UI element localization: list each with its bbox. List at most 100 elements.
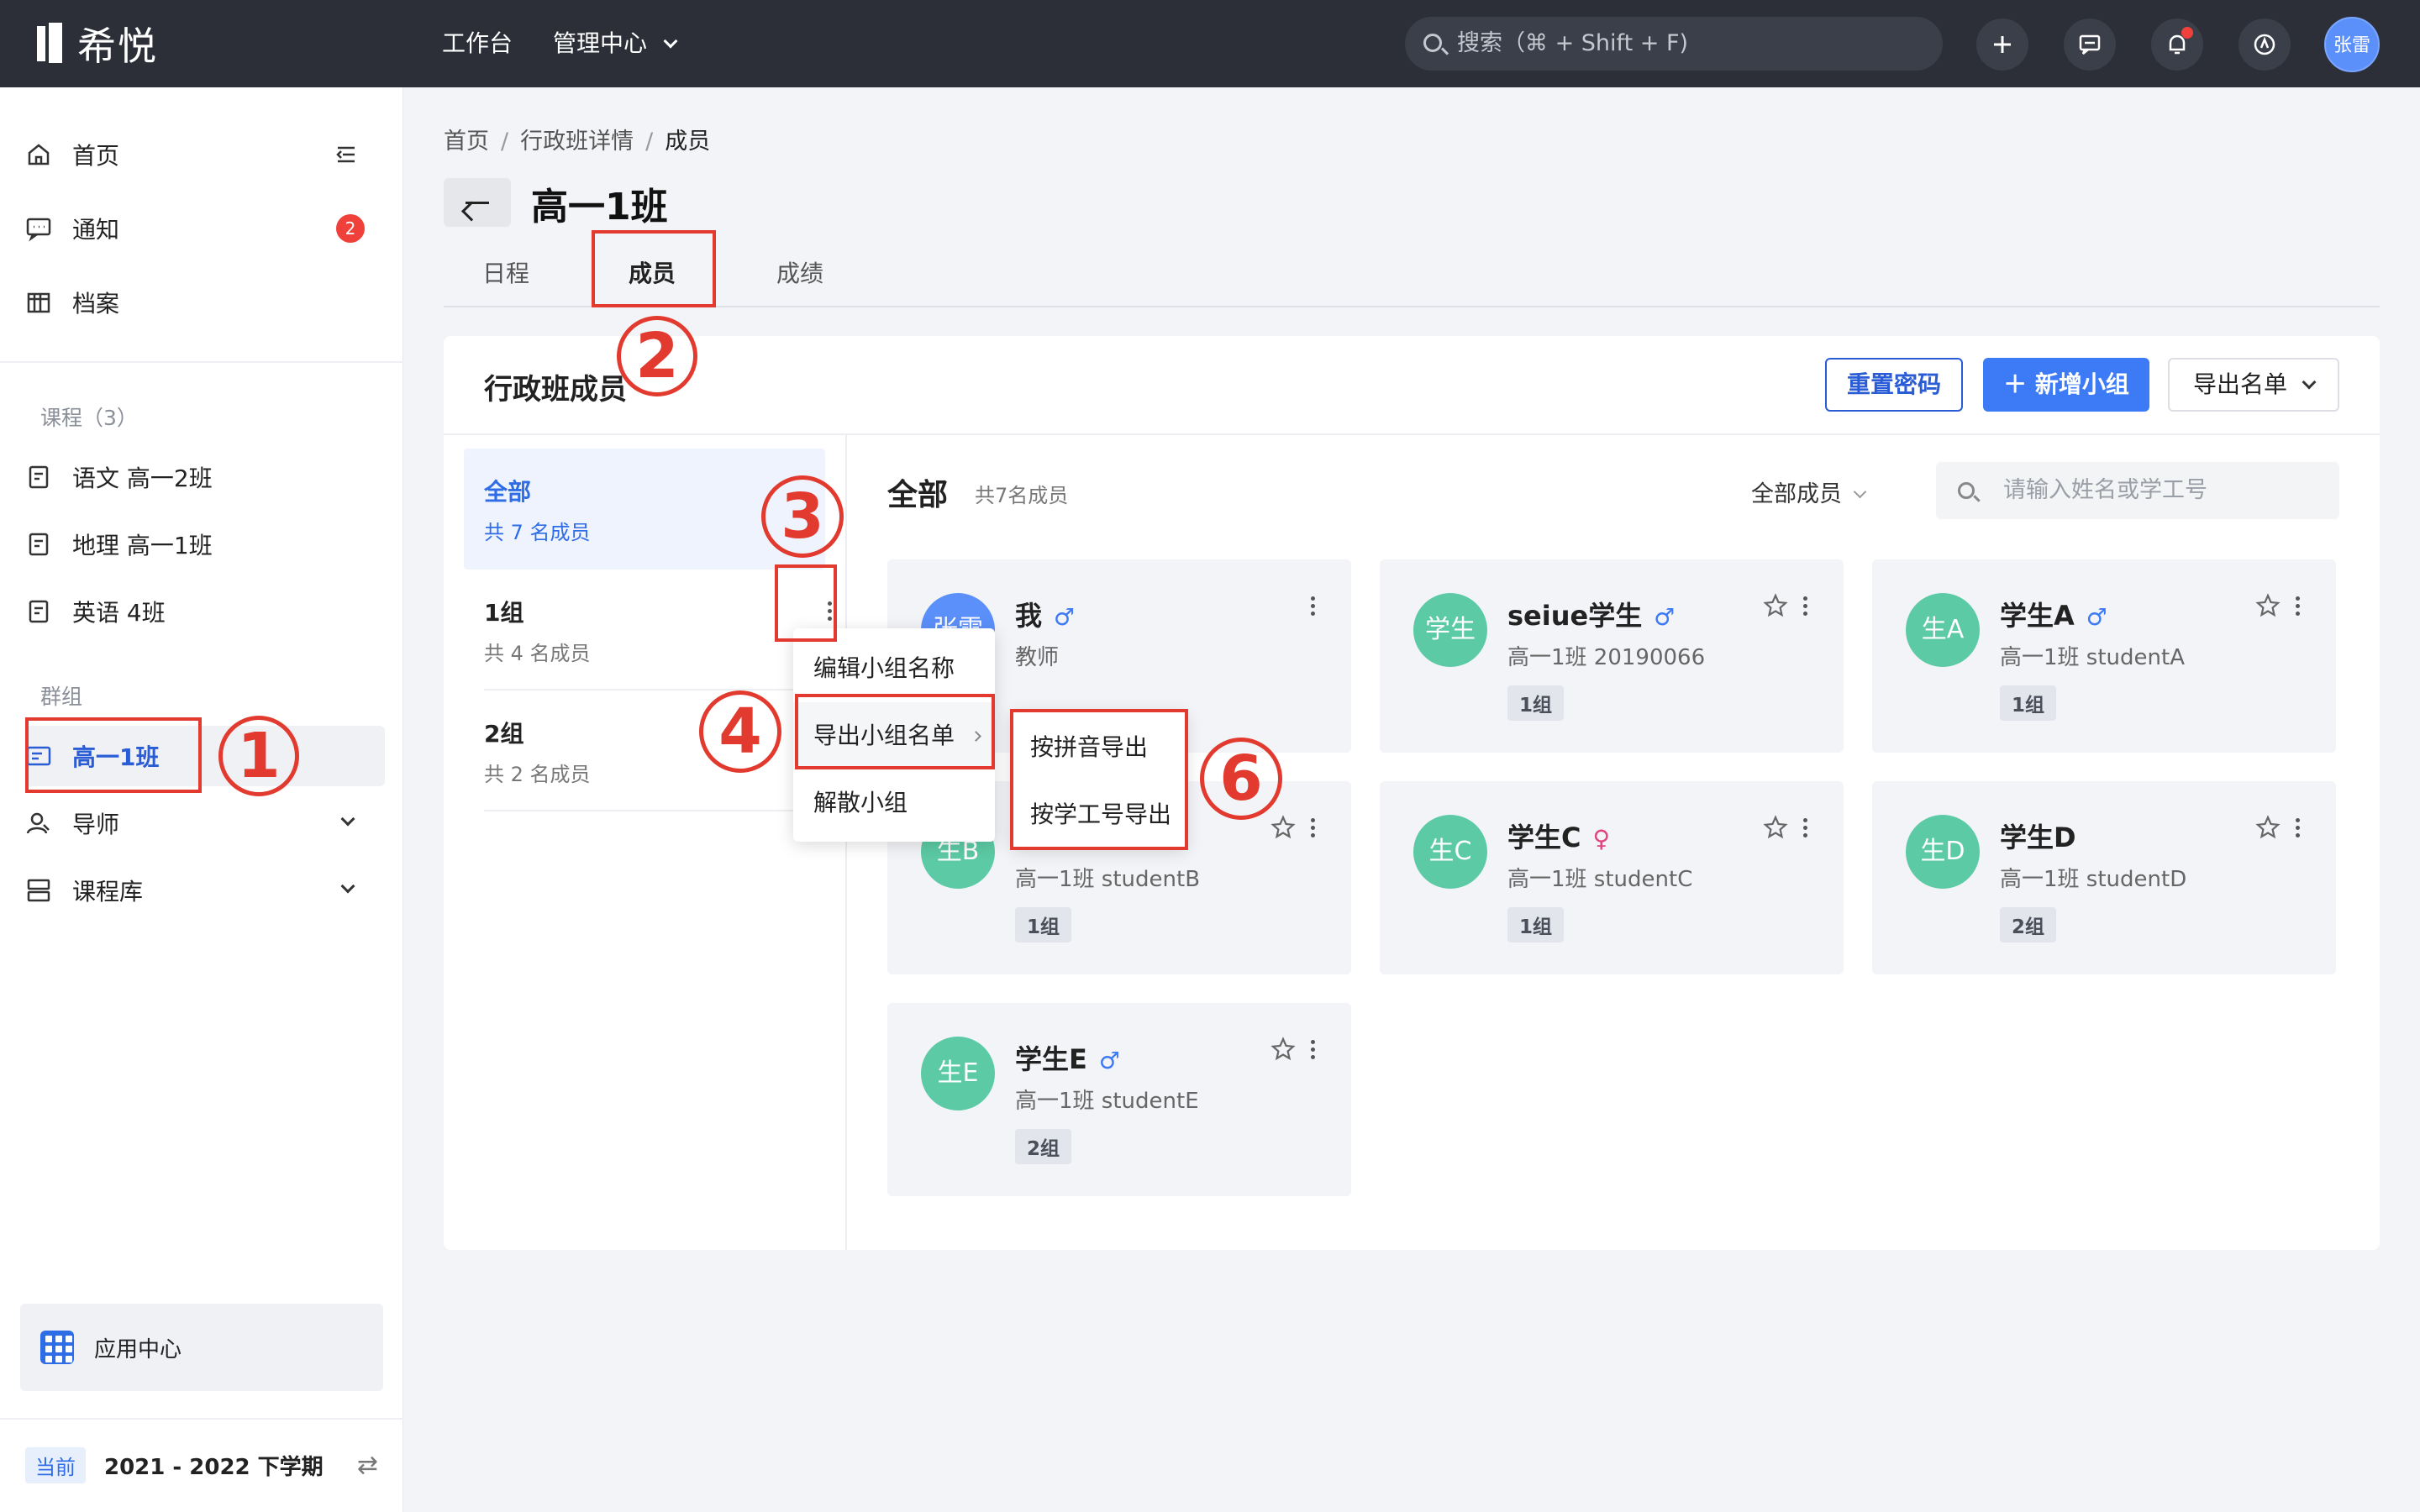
sidebar-item-course-1[interactable]: 语文 高一2班 <box>25 452 387 502</box>
annotation-box-1 <box>25 717 202 793</box>
tabs-divider <box>444 306 2380 307</box>
breadcrumb-class-detail[interactable]: 行政班详情 <box>520 129 634 155</box>
courses-section-title: 课程（3） <box>40 406 138 430</box>
member-card[interactable]: 生A 学生A ♂ 高一1班 studentA 1组 <box>1872 559 2336 753</box>
member-search-input[interactable]: 请输入姓名或学工号 <box>1936 462 2339 519</box>
notice-count-badge: 2 <box>336 214 365 243</box>
breadcrumb-home[interactable]: 首页 <box>444 129 489 155</box>
star-icon[interactable] <box>1270 815 1296 840</box>
user-avatar[interactable]: 张雷 <box>2324 17 2380 72</box>
annotation-box-3 <box>775 564 837 642</box>
sidebar-item-archive[interactable]: 档案 <box>25 277 387 328</box>
breadcrumb-current: 成员 <box>665 129 711 155</box>
course-library-icon <box>27 879 50 902</box>
add-button[interactable] <box>1976 18 2028 71</box>
group-item-1[interactable]: 1组 共 4 名成员 <box>464 570 832 690</box>
new-group-button[interactable]: ＋ 新增小组 <box>1983 358 2149 412</box>
member-card[interactable]: 生E 学生E ♂ 高一1班 studentE 2组 <box>887 1003 1351 1196</box>
search-icon <box>1958 482 1975 499</box>
help-button[interactable] <box>2238 18 2291 71</box>
member-filter-select[interactable]: 全部成员 <box>1751 475 1867 508</box>
app-logo[interactable]: 希悦 <box>37 18 158 69</box>
member-more-button[interactable] <box>1304 813 1321 842</box>
member-more-button[interactable] <box>2289 813 2306 842</box>
member-name: 学生A <box>2000 600 2075 632</box>
back-button[interactable] <box>444 178 511 227</box>
messages-button[interactable] <box>2064 18 2116 71</box>
chevron-down-icon <box>2302 375 2317 390</box>
export-list-label: 导出名单 <box>2192 370 2287 398</box>
star-icon[interactable] <box>2255 815 2281 840</box>
member-card[interactable]: 生C 学生C ♀ 高一1班 studentC 1组 <box>1380 781 1844 974</box>
more-vertical-icon <box>2289 591 2306 620</box>
member-card[interactable]: 学生 seiue学生 ♂ 高一1班 20190066 1组 <box>1380 559 1844 753</box>
member-subtitle: 高一1班 studentB <box>1015 867 1201 892</box>
sidebar: 首页 通知 2 档案 课程（3） 语文 高一2班 地理 高一1班 英语 4班 群… <box>0 87 403 1512</box>
tab-schedule[interactable]: 日程 <box>482 255 529 289</box>
member-filter-label: 全部成员 <box>1751 481 1842 507</box>
member-more-button[interactable] <box>2289 591 2306 620</box>
annotation-box-6 <box>1010 709 1188 850</box>
more-vertical-icon <box>2289 813 2306 842</box>
swap-icon[interactable]: ⇄ <box>357 1451 378 1480</box>
star-icon[interactable] <box>1763 593 1788 618</box>
member-card[interactable]: 生D 学生D 高一1班 studentD 2组 <box>1872 781 2336 974</box>
compass-icon <box>2254 34 2275 55</box>
group-count: 共 7 名成员 <box>484 521 591 544</box>
member-more-button[interactable] <box>1304 591 1321 620</box>
members-count: 共7名成员 <box>975 484 1069 507</box>
member-more-button[interactable] <box>1304 1035 1321 1063</box>
sidebar-item-notice[interactable]: 通知 2 <box>25 203 387 254</box>
more-vertical-icon <box>1304 591 1321 620</box>
member-avatar: 生C <box>1413 815 1487 889</box>
term-switcher[interactable]: 当前 2021 - 2022 下学期 ⇄ <box>25 1441 387 1488</box>
more-vertical-icon <box>1797 591 1813 620</box>
nav-admin-center[interactable]: 管理中心 <box>553 24 678 64</box>
sidebar-label-notice: 通知 <box>72 216 120 244</box>
star-icon[interactable] <box>2255 593 2281 618</box>
member-more-button[interactable] <box>1797 813 1813 842</box>
star-icon[interactable] <box>1763 815 1788 840</box>
breadcrumb: 首页 / 行政班详情 / 成员 <box>444 129 711 155</box>
search-placeholder: 搜索（⌘ + Shift + F) <box>1457 30 1689 56</box>
menu-item-dissolve-group[interactable]: 解散小组 <box>793 769 995 837</box>
menu-item-rename-group[interactable]: 编辑小组名称 <box>793 635 995 702</box>
star-icon[interactable] <box>1270 1037 1296 1062</box>
members-panel: 行政班成员 重置密码 ＋ 新增小组 导出名单 全部 共 7 名成员 1组 共 4… <box>444 336 2380 1250</box>
member-group-tag: 1组 <box>1015 907 1072 942</box>
annotation-number-2: 2 <box>617 316 697 396</box>
home-icon <box>28 144 50 165</box>
member-more-button[interactable] <box>1797 591 1813 620</box>
term-value: 2021 - 2022 下学期 <box>104 1454 324 1480</box>
group-divider <box>484 810 825 811</box>
member-name-line: 学生D <box>2000 816 2076 855</box>
annotation-box-2 <box>592 230 716 307</box>
annotation-number-1: 1 <box>218 716 299 796</box>
chevron-down-icon <box>340 879 355 894</box>
sidebar-item-mentor[interactable]: 导师 <box>25 798 387 848</box>
collapse-sidebar-icon[interactable] <box>333 141 360 168</box>
sidebar-item-course-3[interactable]: 英语 4班 <box>25 586 387 637</box>
sidebar-label-course-3: 英语 4班 <box>72 599 166 627</box>
member-avatar: 生A <box>1906 593 1980 667</box>
logo-text: 希悦 <box>77 24 158 69</box>
tab-grades[interactable]: 成绩 <box>776 255 823 289</box>
member-subtitle: 高一1班 20190066 <box>1507 645 1706 670</box>
member-name: seiue学生 <box>1507 600 1643 632</box>
reset-password-button[interactable]: 重置密码 <box>1825 358 1963 412</box>
sidebar-item-course-2[interactable]: 地理 高一1班 <box>25 519 387 570</box>
notification-dot <box>2181 27 2193 39</box>
sidebar-label-archive: 档案 <box>72 290 120 318</box>
member-avatar: 生E <box>921 1037 995 1110</box>
sidebar-item-course-library[interactable]: 课程库 <box>25 865 387 916</box>
nav-admin-label: 管理中心 <box>553 29 648 57</box>
export-list-button[interactable]: 导出名单 <box>2168 358 2339 412</box>
app-center-button[interactable]: 应用中心 <box>20 1304 383 1391</box>
notifications-button[interactable] <box>2151 18 2203 71</box>
global-search-input[interactable]: 搜索（⌘ + Shift + F) <box>1405 17 1943 71</box>
chevron-down-icon <box>663 34 678 49</box>
chevron-down-icon <box>340 811 355 827</box>
nav-workbench[interactable]: 工作台 <box>442 24 513 64</box>
more-vertical-icon <box>1304 1035 1321 1063</box>
group-name: 1组 <box>484 599 524 627</box>
